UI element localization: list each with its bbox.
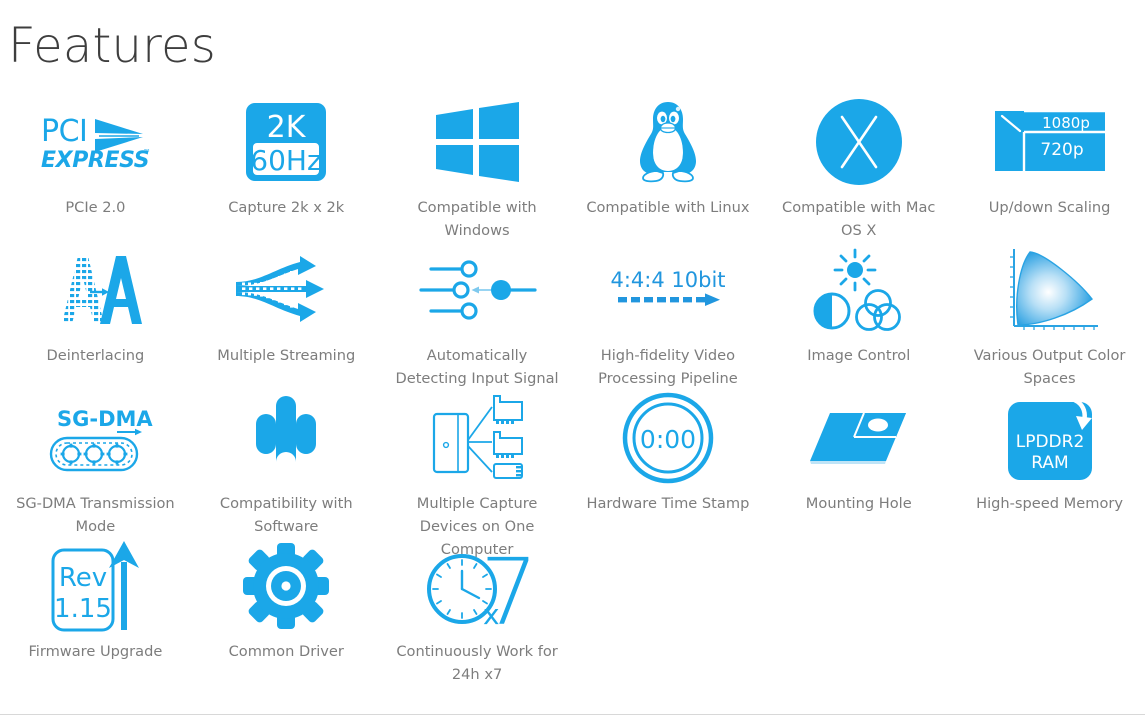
sg-dma-text: SG-DMA [57,407,153,431]
feature-item-autodetect: Automatically Detecting Input Signal [382,243,573,391]
mounting-hole-plate-icon [763,393,954,483]
feature-item-windows: Compatible with Windows [382,95,573,243]
feature-label: Image Control [807,347,911,364]
feature-label: SG-DMA Transmission Mode [16,495,175,536]
x7-text: x [483,598,500,631]
feature-label: Compatible with Mac OS X [782,199,936,240]
features-grid: PCI EXPRESS ™ PCIe 2.0 2K 60Hz Capture 2… [0,95,1145,691]
feature-label: Hardware Time Stamp [586,495,750,512]
feature-item-software: Compatibility with Software [191,391,382,539]
image-control-sun-contrast-icon [763,245,954,335]
svg-text:60Hz: 60Hz [251,144,322,177]
svg-text:PCI: PCI [41,114,87,149]
feature-label: High-speed Memory [976,495,1124,512]
deinterlacing-a-to-a-icon [0,245,191,335]
features-page: Features PCI EXPRESS ™ PCIe 2.0 2K 60Hz … [0,0,1145,721]
lpddr2-ram-chip-icon: LPDDR2 RAM [954,393,1145,483]
feature-item-imagecontrol: Image Control [763,243,954,391]
feature-item-pcie: PCI EXPRESS ™ PCIe 2.0 [0,95,191,243]
sg-dma-conveyor-gears-icon: SG-DMA [0,393,191,483]
feature-label: Compatible with Linux [586,199,750,216]
high-fidelity-444-10bit-icon: 4:4:4 10bit [572,245,763,335]
up-down-scaling-icon: 1080p 720p [954,97,1145,187]
feature-label: Multiple Streaming [217,347,356,364]
auto-detect-signal-sliders-icon [382,245,573,335]
multiple-capture-devices-icon [382,393,573,483]
feature-label: Compatibility with Software [219,495,353,536]
scaling-1080p-text: 1080p [1042,114,1090,132]
chroma-format-text: 4:4:4 10bit [610,268,725,292]
feature-item-linux: Compatible with Linux [572,95,763,243]
feature-label: PCIe 2.0 [65,199,126,216]
feature-label: Automatically Detecting Input Signal [395,347,559,388]
feature-label: Various Output Color Spaces [973,347,1126,388]
feature-item-firmware: Rev 1.15 Firmware Upgrade [0,539,191,691]
feature-item-deinterlacing: Deinterlacing [0,243,191,391]
scaling-720p-text: 720p [1040,140,1083,160]
feature-item-mountinghole: Mounting Hole [763,391,954,539]
cie-color-gamut-icon [954,245,1145,335]
svg-text:™: ™ [143,148,151,157]
feature-item-timestamp: 0:00 Hardware Time Stamp [572,391,763,539]
feature-item-multidevice: Multiple Capture Devices on One Computer [382,391,573,558]
feature-label: Capture 2k x 2k [228,199,345,216]
timer-value-text: 0:00 [640,425,696,454]
firmware-rev-text: Rev [59,563,107,593]
capture-2k-60hz-badge-icon: 2K 60Hz [191,97,382,187]
feature-label: Continuously Work for 24h x7 [396,643,558,684]
firmware-version-text: 1.15 [54,594,112,624]
memory-type-text: LPDDR2 [1015,432,1084,452]
feature-item-colorspaces: Various Output Color Spaces [954,243,1145,391]
feature-label: Mounting Hole [805,495,912,512]
pci-express-logo-icon: PCI EXPRESS ™ [0,97,191,187]
svg-text:2K: 2K [267,110,307,145]
memory-ram-text: RAM [1031,453,1068,473]
feature-item-scaling: 1080p 720p Up/down Scaling [954,95,1145,243]
gear-common-driver-icon [191,541,382,631]
feature-label: High-fidelity Video Processing Pipeline [598,347,738,388]
feature-label: Common Driver [228,643,344,660]
feature-item-multistream: Multiple Streaming [191,243,382,391]
firmware-upgrade-rev-icon: Rev 1.15 [0,541,191,632]
windows-logo-icon [382,97,573,187]
feature-item-capture2k: 2K 60Hz Capture 2k x 2k [191,95,382,243]
multiple-streaming-arrows-icon [191,245,382,335]
svg-text:EXPRESS: EXPRESS [41,148,149,173]
linux-tux-penguin-icon [572,97,763,187]
page-title: Features [8,18,216,74]
mac-os-x-circle-icon [763,97,954,187]
feature-label: Deinterlacing [46,347,145,364]
feature-label: Up/down Scaling [988,199,1111,216]
feature-item-memory: LPDDR2 RAM High-speed Memory [954,391,1145,539]
puzzle-piece-icon [191,393,382,483]
feature-item-driver: Common Driver [191,539,382,691]
feature-item-hifivideo: 4:4:4 10bit High-fidelity Video Processi… [572,243,763,391]
feature-item-macos: Compatible with Mac OS X [763,95,954,243]
hardware-timer-clock-icon: 0:00 [572,392,763,484]
feature-item-continuous: 7 x Continuously Work for 24h x7 [382,539,573,691]
clock-24h-x7-icon: 7 x [382,539,573,646]
feature-label: Compatible with Windows [417,199,537,240]
footer-divider [0,714,1145,715]
feature-item-sgdma: SG-DMA SG-DMA Transmission Mode [0,391,191,539]
feature-label: Firmware Upgrade [28,643,163,660]
